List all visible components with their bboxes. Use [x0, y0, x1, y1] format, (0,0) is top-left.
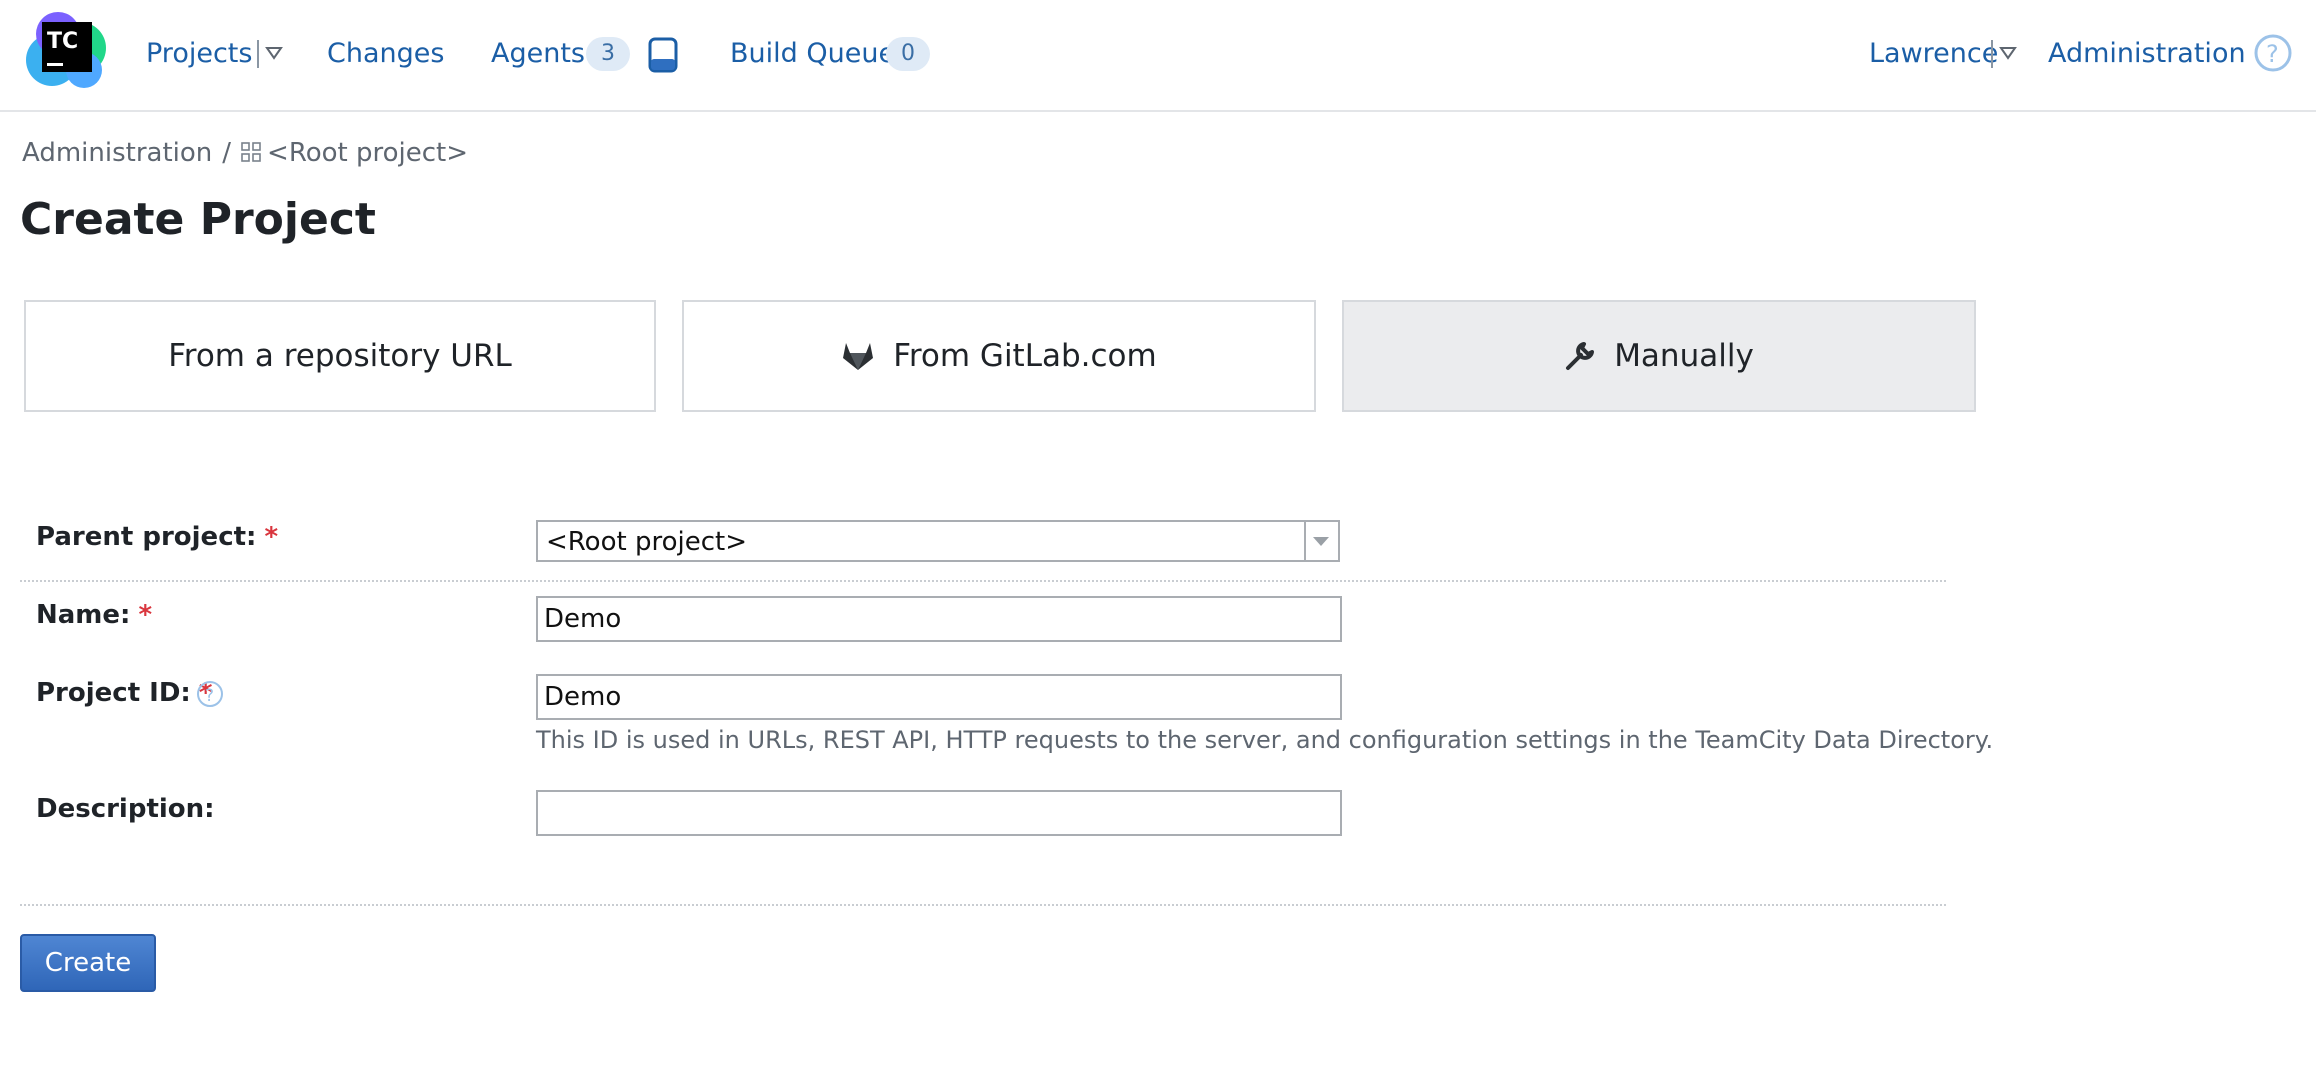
name-input[interactable]: [536, 596, 1342, 642]
breadcrumb-root-project[interactable]: <Root project>: [267, 138, 468, 168]
chevron-down-icon[interactable]: [1999, 46, 2017, 60]
nav-administration[interactable]: Administration: [2048, 36, 2246, 72]
svg-text:TC: TC: [47, 29, 78, 54]
page-title: Create Project: [20, 194, 376, 245]
name-label: Name: *: [36, 600, 152, 630]
tab-label: Manually: [1614, 338, 1754, 374]
description-input[interactable]: [536, 790, 1342, 836]
agents-count-badge: 3: [586, 37, 630, 71]
parent-project-select[interactable]: <Root project>: [536, 520, 1340, 562]
breadcrumb-administration[interactable]: Administration: [22, 138, 212, 168]
tab-manually[interactable]: Manually: [1342, 300, 1976, 412]
label-text: Description:: [36, 794, 215, 824]
gitlab-icon: [843, 343, 874, 370]
svg-text:?: ?: [2266, 40, 2279, 68]
wrench-icon: [1566, 342, 1595, 370]
breadcrumb-separator: /: [222, 138, 232, 168]
svg-text:?: ?: [205, 686, 214, 706]
tab-from-gitlab[interactable]: From GitLab.com: [682, 300, 1316, 412]
agent-device-icon[interactable]: [648, 37, 678, 73]
tab-label: From GitLab.com: [893, 338, 1157, 374]
breadcrumb: Administration / <Root project>: [22, 138, 468, 168]
chevron-down-icon[interactable]: [265, 46, 283, 60]
nav-separator: [257, 40, 259, 68]
tab-from-repository-url[interactable]: From a repository URL: [24, 300, 656, 412]
tab-label: From a repository URL: [168, 338, 512, 374]
teamcity-logo[interactable]: TC: [22, 8, 108, 94]
required-marker: *: [264, 522, 279, 552]
required-marker: *: [138, 600, 153, 630]
project-id-input[interactable]: [536, 674, 1342, 720]
project-id-hint: This ID is used in URLs, REST API, HTTP …: [536, 726, 1994, 754]
description-label: Description:: [36, 794, 215, 824]
user-menu[interactable]: Lawrence: [1869, 36, 1998, 72]
form-divider: [20, 580, 1946, 582]
help-icon[interactable]: ?: [196, 680, 224, 708]
label-text: Parent project:: [36, 522, 257, 552]
nav-projects[interactable]: Projects: [146, 36, 252, 72]
parent-project-value: <Root project>: [546, 527, 747, 557]
nav-build-queue[interactable]: Build Queue: [730, 36, 895, 72]
top-navigation-bar: TC Projects Changes Agents 3 Build Queue…: [0, 0, 2316, 112]
create-button[interactable]: Create: [20, 934, 156, 992]
help-icon[interactable]: ?: [2254, 34, 2292, 72]
project-grid-icon: [241, 142, 261, 162]
select-dropdown-button[interactable]: [1304, 522, 1338, 560]
chevron-down-icon: [1313, 537, 1329, 546]
label-text: Project ID:: [36, 678, 191, 708]
build-queue-count-badge: 0: [886, 37, 930, 71]
parent-project-label: Parent project: *: [36, 522, 278, 552]
nav-separator: [1991, 40, 1993, 68]
nav-agents[interactable]: Agents: [491, 36, 585, 72]
label-text: Name:: [36, 600, 131, 630]
form-divider: [20, 904, 1946, 906]
nav-changes[interactable]: Changes: [327, 36, 444, 72]
project-id-label: Project ID: *: [36, 678, 212, 708]
